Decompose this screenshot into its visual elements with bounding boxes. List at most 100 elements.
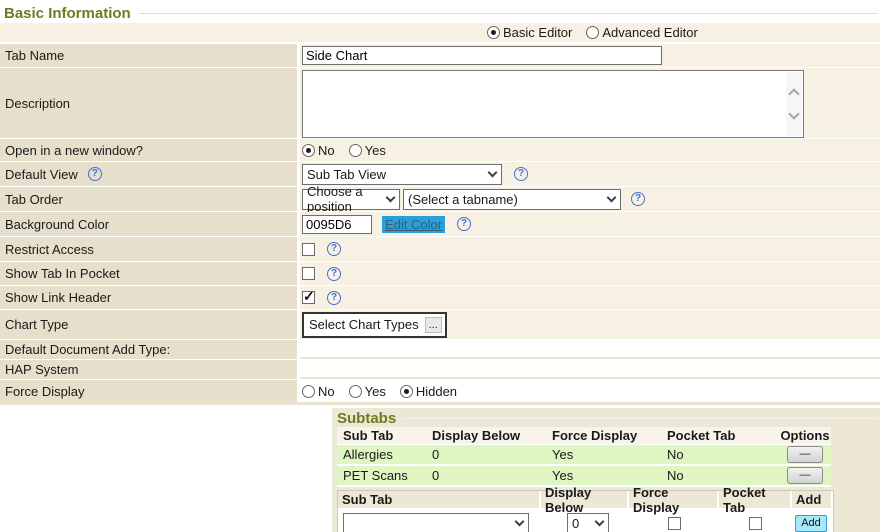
column-header: Pocket Tab [665, 427, 777, 444]
column-header: Display Below [430, 427, 550, 444]
hap-system-row: HAP System [0, 360, 880, 379]
chevron-down-icon [607, 192, 617, 202]
tab-order-tabname-value: (Select a tabname) [408, 192, 518, 207]
tab-name-input[interactable] [302, 46, 662, 65]
description-textarea[interactable] [302, 70, 804, 138]
force-display-cell: Yes [550, 445, 665, 464]
default-document-add-type-row: Default Document Add Type: [0, 340, 880, 359]
pocket-tab-cell: No [665, 445, 777, 464]
force-display-checkbox[interactable] [668, 517, 681, 530]
column-header: Force Display [550, 427, 665, 444]
show-link-header-label: Show Link Header [0, 286, 300, 309]
chevron-down-icon [386, 192, 396, 202]
subtabs-section: Subtabs Sub Tab Display Below Force Disp… [332, 408, 880, 532]
show-tab-in-pocket-label: Show Tab In Pocket [0, 262, 300, 285]
help-icon[interactable] [327, 291, 341, 305]
advanced-editor-radio[interactable] [586, 26, 599, 39]
open-new-window-no-radio[interactable] [302, 144, 315, 157]
default-view-label: Default View [5, 167, 78, 182]
tab-order-tabname-select[interactable]: (Select a tabname) [403, 189, 621, 210]
show-link-header-checkbox[interactable] [302, 291, 315, 304]
edit-color-link[interactable]: Edit Color [382, 216, 445, 233]
open-new-window-yes-label: Yes [365, 143, 386, 158]
help-icon[interactable] [327, 267, 341, 281]
subtabs-table: Sub Tab Display Below Force Display Pock… [337, 427, 831, 487]
add-subtab-select[interactable] [343, 513, 529, 532]
default-view-select[interactable]: Sub Tab View [302, 164, 502, 185]
pocket-tab-checkbox[interactable] [749, 517, 762, 530]
help-icon[interactable] [327, 242, 341, 256]
subtabs-table-header: Sub Tab Display Below Force Display Pock… [337, 427, 831, 445]
chart-type-row: Chart Type Select Chart Types ... [0, 310, 880, 339]
background-color-input[interactable] [302, 215, 372, 234]
help-icon[interactable] [514, 167, 528, 181]
restrict-access-label: Restrict Access [0, 237, 300, 261]
force-display-label: Force Display [0, 380, 300, 402]
tab-order-position-value: Choose a position [307, 184, 379, 214]
open-new-window-label: Open in a new window? [0, 139, 300, 161]
tab-order-position-select[interactable]: Choose a position [302, 189, 400, 210]
select-chart-types-button[interactable]: Select Chart Types ... [302, 312, 447, 338]
description-label: Description [0, 68, 300, 138]
add-subtab-button[interactable]: Add [795, 515, 827, 532]
scroll-down-icon[interactable] [788, 108, 799, 119]
description-row: Description [0, 68, 880, 138]
tab-name-label: Tab Name [0, 44, 300, 67]
show-tab-in-pocket-checkbox[interactable] [302, 267, 315, 280]
chevron-down-icon [488, 167, 498, 177]
force-display-no-label: No [318, 384, 335, 399]
page-title: Basic Information [0, 0, 880, 23]
open-new-window-yes-radio[interactable] [349, 144, 362, 157]
basic-editor-radio[interactable] [487, 26, 500, 39]
divider [0, 402, 880, 405]
subtab-name-cell: Allergies [337, 445, 430, 464]
display-below-value: 0 [572, 516, 579, 531]
table-row: Allergies 0 Yes No — [337, 445, 831, 466]
default-view-value: Sub Tab View [307, 167, 386, 182]
force-display-cell: Yes [550, 466, 665, 485]
chart-type-label: Chart Type [0, 310, 300, 339]
default-document-add-type-label: Default Document Add Type: [0, 340, 300, 359]
select-chart-types-label: Select Chart Types [309, 317, 419, 332]
column-header: Pocket Tab [719, 491, 792, 510]
help-icon[interactable] [457, 217, 471, 231]
pocket-tab-cell: No [665, 466, 777, 485]
subtab-add-table: Sub Tab Display Below Force Display Pock… [337, 490, 834, 532]
add-table-header: Sub Tab Display Below Force Display Pock… [338, 491, 833, 510]
advanced-editor-label: Advanced Editor [602, 25, 697, 40]
tab-name-row: Tab Name [0, 44, 880, 67]
ellipsis-icon: ... [425, 317, 442, 333]
remove-subtab-button[interactable]: — [787, 467, 823, 484]
display-below-select[interactable]: 0 [567, 513, 609, 532]
force-display-hidden-radio[interactable] [400, 385, 413, 398]
textarea-scrollbar[interactable] [786, 72, 802, 136]
column-header: Sub Tab [337, 427, 430, 444]
background-color-row: Background Color Edit Color [0, 212, 880, 236]
remove-subtab-button[interactable]: — [787, 446, 823, 463]
basic-editor-label: Basic Editor [503, 25, 572, 40]
restrict-access-checkbox[interactable] [302, 243, 315, 256]
subtabs-title: Subtabs [337, 410, 880, 427]
column-header: Display Below [541, 491, 629, 510]
column-header: Sub Tab [338, 491, 541, 510]
help-icon[interactable] [88, 167, 102, 181]
force-display-yes-label: Yes [365, 384, 386, 399]
force-display-no-radio[interactable] [302, 385, 315, 398]
column-header: Add [792, 491, 831, 510]
force-display-yes-radio[interactable] [349, 385, 362, 398]
column-header: Options [777, 427, 831, 444]
default-view-row: Default View Sub Tab View [0, 162, 880, 186]
chevron-down-icon [595, 516, 605, 526]
restrict-access-row: Restrict Access [0, 237, 880, 261]
editor-toggle: Basic Editor Advanced Editor [0, 23, 880, 42]
display-below-cell: 0 [430, 445, 550, 464]
subtab-name-cell: PET Scans [337, 466, 430, 485]
help-icon[interactable] [631, 192, 645, 206]
force-display-row: Force Display No Yes Hidden [0, 380, 880, 402]
scroll-up-icon[interactable] [788, 88, 799, 99]
hap-system-label: HAP System [0, 360, 300, 379]
open-new-window-no-label: No [318, 143, 335, 158]
chevron-down-icon [515, 516, 525, 526]
display-below-cell: 0 [430, 466, 550, 485]
show-link-header-row: Show Link Header [0, 286, 880, 309]
